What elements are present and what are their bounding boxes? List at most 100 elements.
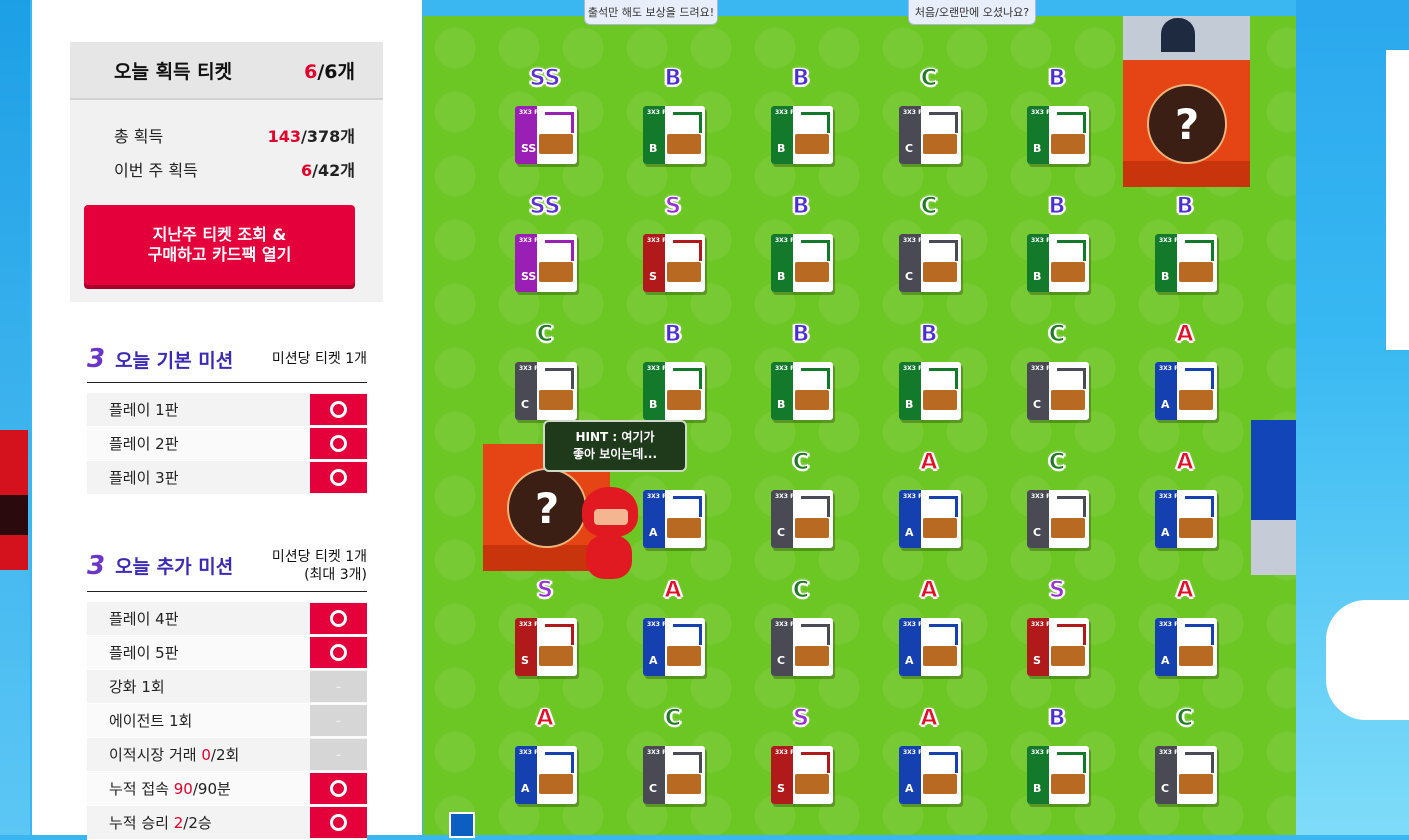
attendance-tab[interactable]: 출석만 해도 보상을 드려요! — [584, 0, 718, 25]
card-pack-icon: 3X3 PLAY S — [515, 618, 577, 676]
grade-label: B — [792, 194, 810, 220]
house-decor — [1123, 16, 1250, 60]
card-pack-b[interactable]: B 3X3 PLAY B — [753, 66, 853, 186]
mission-row: 이적시장 거래 0/2회 - — [87, 738, 367, 772]
card-pack-b[interactable]: B 3X3 PLAY B — [1009, 706, 1109, 826]
mission-row: 에이전트 1회 - — [87, 704, 367, 738]
mission-complete-badge — [310, 637, 367, 668]
background-left — [0, 0, 30, 835]
card-pack-s[interactable]: S 3X3 PLAY S — [625, 194, 725, 314]
today-ticket-label: 오늘 획득 티켓 — [114, 60, 233, 83]
mission-complete-badge — [310, 394, 367, 425]
cloud-decor — [1326, 600, 1409, 720]
question-mark-icon: ? — [1147, 84, 1227, 164]
card-pack-icon: 3X3 PLAY C — [899, 234, 961, 292]
grade-label: A — [920, 578, 938, 604]
card-pack-b[interactable]: B 3X3 PLAY B — [1009, 66, 1109, 186]
card-pack-b[interactable]: B 3X3 PLAY B — [753, 322, 853, 442]
grade-label: S — [665, 194, 682, 220]
mission-complete-badge — [310, 428, 367, 459]
total-ticket-row: 총 획득 143/378개 — [70, 118, 383, 152]
card-pack-c[interactable]: C 3X3 PLAY C — [1009, 450, 1109, 570]
card-pack-icon: 3X3 PLAY C — [515, 362, 577, 420]
grade-label: B — [664, 66, 682, 92]
window-icon — [1161, 18, 1195, 52]
today-ticket-value: 6/6개 — [304, 60, 355, 83]
card-pack-c[interactable]: C 3X3 PLAY C — [881, 194, 981, 314]
card-pack-a[interactable]: A 3X3 PLAYA — [881, 578, 981, 698]
card-pack-b[interactable]: B 3X3 PLAY B — [753, 194, 853, 314]
card-pack-a[interactable]: A3X3 PLAYA — [1137, 578, 1237, 698]
house-decor — [1251, 420, 1296, 575]
circle-icon — [330, 469, 347, 486]
grade-label: A — [920, 706, 938, 732]
grade-label: B — [792, 66, 810, 92]
grade-label: A — [1176, 322, 1194, 348]
card-pack-a[interactable]: A 3X3 PLAYA — [881, 706, 981, 826]
circle-icon — [330, 401, 347, 418]
card-pack-c[interactable]: C 3X3 PLAY C — [753, 578, 853, 698]
card-pack-icon: 3X3 PLAY B — [1027, 106, 1089, 164]
card-pack-b[interactable]: B 3X3 PLAY B — [625, 66, 725, 186]
card-pack-icon: 3X3 PLAY C — [899, 106, 961, 164]
card-pack-s[interactable]: S 3X3 PLAY S — [497, 578, 597, 698]
grade-label: A — [1176, 578, 1194, 604]
card-pack-a[interactable]: A 3X3 PLAYA — [1137, 322, 1237, 442]
card-pack-ss[interactable]: SS 3X3 PLAY SS — [497, 194, 597, 314]
buy-ticket-button[interactable]: 지난주 티켓 조회 & 구매하고 카드팩 열기 — [84, 205, 355, 285]
card-pack-a[interactable]: A3X3 PLAYA — [625, 578, 725, 698]
card-pack-c[interactable]: C 3X3 PLAY C — [1009, 322, 1109, 442]
card-pack-a[interactable]: A3X3 PLAYA — [881, 450, 981, 570]
grade-label: A — [1176, 450, 1194, 476]
card-pack-s[interactable]: S 3X3 PLAY S — [1009, 578, 1109, 698]
card-pack-b[interactable]: B 3X3 PLAY B — [881, 322, 981, 442]
grade-label: B — [792, 322, 810, 348]
card-pack-icon: 3X3 PLAY A — [1155, 362, 1217, 420]
mission-row: 누적 접속 90/90분 — [87, 772, 367, 806]
card-pack-s[interactable]: S 3X3 PLAY S — [753, 706, 853, 826]
mission-complete-badge — [310, 773, 367, 804]
mission-complete-badge — [310, 603, 367, 634]
card-pack-a[interactable]: A3X3 PLAYA — [497, 706, 597, 826]
card-pack-icon: 3X3 PLAY A — [643, 618, 705, 676]
mystery-tile[interactable]: ? — [1123, 60, 1250, 187]
card-pack-icon: 3X3 PLAY S — [1027, 618, 1089, 676]
card-pack-b[interactable]: B 3X3 PLAY B — [1009, 194, 1109, 314]
card-pack-icon: 3X3 PLAY A — [643, 490, 705, 548]
card-pack-c[interactable]: C 3X3 PLAY C — [881, 66, 981, 186]
mission-complete-badge — [310, 807, 367, 838]
card-pack-a[interactable]: A3X3 PLAYA — [1137, 450, 1237, 570]
week-ticket-value: 6/42개 — [301, 161, 355, 180]
card-pack-c[interactable]: C 3X3 PLAY C — [753, 450, 853, 570]
card-pack-ss[interactable]: SS 3X3 PLAY SS — [497, 66, 597, 186]
circle-icon — [330, 814, 347, 831]
grade-label: B — [1176, 194, 1194, 220]
grade-label: A — [536, 706, 554, 732]
card-pack-icon: 3X3 PLAY C — [1027, 362, 1089, 420]
mission-row: 플레이 3판 — [87, 461, 367, 495]
card-pack-icon: 3X3 PLAY B — [1155, 234, 1217, 292]
card-pack-icon: 3X3 PLAY A — [899, 618, 961, 676]
ticket-summary: 오늘 획득 티켓 6/6개 총 획득 143/378개 이번 주 획득 6/42… — [70, 42, 383, 302]
mission-incomplete-badge: - — [310, 705, 367, 736]
card-pack-icon: 3X3 PLAY C — [771, 490, 833, 548]
card-pack-icon: 3X3 PLAY B — [771, 362, 833, 420]
circle-icon — [330, 435, 347, 452]
grade-label: SS — [529, 66, 561, 92]
card-pack-icon: 3X3 PLAY B — [643, 106, 705, 164]
grade-label: C — [664, 706, 682, 732]
card-pack-b[interactable]: B 3X3 PLAY B — [1137, 194, 1237, 314]
card-pack-icon: 3X3 PLAY A — [899, 746, 961, 804]
card-pack-c[interactable]: C 3X3 PLAY C — [625, 706, 725, 826]
card-pack-icon: 3X3 PLAY S — [643, 234, 705, 292]
card-pack-c[interactable]: C 3X3 PLAY C — [1137, 706, 1237, 826]
grade-label: B — [1048, 194, 1066, 220]
newbie-tab[interactable]: 처음/오랜만에 오셨나요? — [908, 0, 1036, 25]
circle-icon — [330, 780, 347, 797]
circle-icon — [330, 610, 347, 627]
grade-label: C — [920, 194, 938, 220]
mission-number-icon: 3 — [87, 550, 106, 581]
grade-label: S — [1049, 578, 1066, 604]
card-pack-icon: 3X3 PLAY B — [1027, 746, 1089, 804]
total-ticket-label: 총 획득 — [114, 127, 164, 146]
